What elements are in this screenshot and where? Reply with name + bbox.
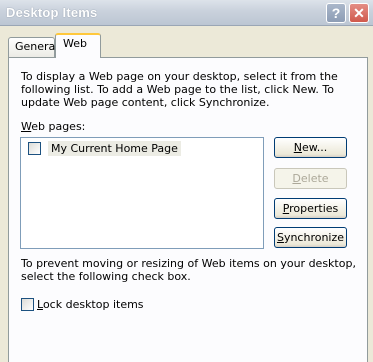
- lock-desktop-items-label[interactable]: Lock desktop items: [37, 298, 144, 311]
- delete-button-mnemonic: D: [292, 172, 301, 185]
- lock-desktop-items-checkbox[interactable]: [21, 298, 34, 311]
- web-pages-list[interactable]: My Current Home Page: [20, 137, 264, 249]
- web-pages-label: Web pages:: [21, 120, 85, 133]
- new-button-label: ew...: [301, 141, 328, 154]
- help-button[interactable]: ?: [326, 3, 346, 23]
- tab-web[interactable]: Web: [55, 33, 101, 58]
- synchronize-button[interactable]: Synchronize: [274, 227, 347, 248]
- synchronize-button-label: ynchronize: [283, 231, 345, 244]
- properties-button-label: roperties: [289, 202, 339, 215]
- close-icon: ✕: [353, 5, 365, 21]
- synchronize-button-mnemonic: S: [276, 231, 284, 244]
- list-item-label: My Current Home Page: [48, 140, 181, 156]
- lock-desktop-items-option[interactable]: Lock desktop items: [21, 298, 144, 311]
- desktop-items-dialog: Desktop Items ? ✕ General Web To display…: [0, 0, 373, 362]
- delete-button-label: elete: [300, 172, 329, 185]
- intro-text: To display a Web page on your desktop, s…: [21, 70, 338, 109]
- home-page-checkbox[interactable]: [28, 141, 41, 155]
- delete-button[interactable]: Delete: [274, 168, 347, 189]
- new-button-mnemonic: N: [293, 141, 302, 154]
- question-mark-icon: ?: [331, 5, 341, 21]
- prevent-moving-text: To prevent moving or resizing of Web ite…: [21, 257, 356, 283]
- close-button[interactable]: ✕: [349, 3, 369, 23]
- window-title: Desktop Items: [6, 5, 98, 20]
- web-pages-label-mnemonic: W: [21, 120, 32, 133]
- web-pages-label-rest: eb pages:: [31, 120, 86, 133]
- new-button[interactable]: New...: [274, 137, 347, 158]
- properties-button[interactable]: Properties: [274, 198, 347, 219]
- tab-general[interactable]: General: [8, 37, 58, 57]
- lock-label-rest: ock desktop items: [42, 298, 144, 311]
- list-item[interactable]: My Current Home Page: [28, 140, 181, 156]
- title-bar[interactable]: Desktop Items ? ✕: [0, 0, 373, 26]
